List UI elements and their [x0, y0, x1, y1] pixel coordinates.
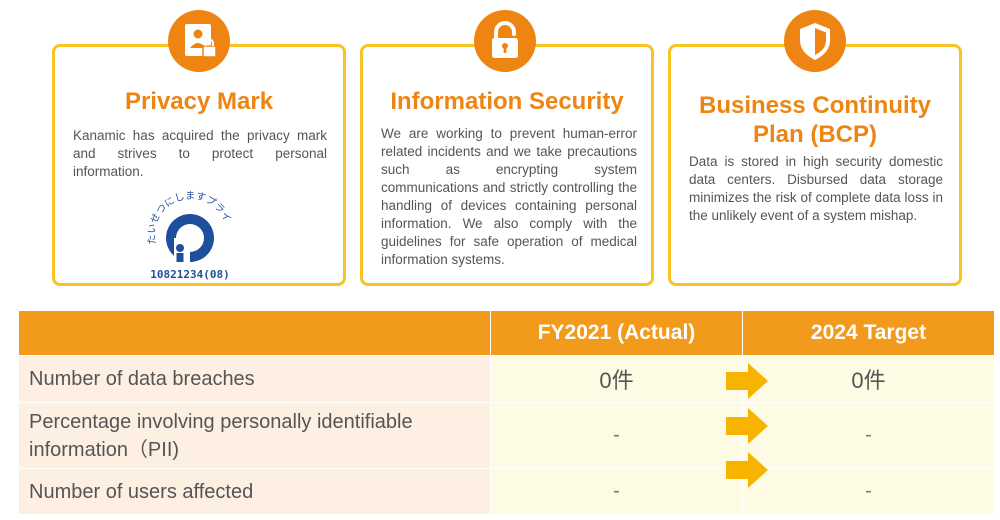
bcp-title-line2: Plan (BCP)	[752, 121, 877, 148]
bcp-description: Data is stored in high security domestic…	[689, 154, 943, 223]
privacy-mark-number: 10821234(08)	[150, 268, 229, 281]
row-label-pii-line1: Percentage involving personally identifi…	[29, 410, 413, 433]
privacy-mark-logo: たいせつにしますプライバシー 10821234(08)	[135, 177, 240, 282]
header-2024-target: 2024 Target	[742, 310, 995, 356]
table-row: Number of data breaches 0件 0件	[18, 355, 995, 403]
table-row: Number of users affected - -	[18, 468, 995, 515]
value-actual-data-breaches: 0件	[490, 355, 743, 403]
header-blank	[18, 310, 491, 356]
value-actual-users-affected: -	[490, 468, 743, 515]
information-security-title: Information Security	[390, 88, 624, 115]
value-actual-pii-percentage: -	[490, 402, 743, 469]
privacy-mark-title: Privacy Mark	[124, 88, 274, 115]
id-badge-lock-icon	[168, 10, 230, 72]
row-label-pii-percentage: Percentage involving personally identifi…	[18, 402, 491, 469]
open-padlock-icon	[474, 10, 536, 72]
row-label-data-breaches: Number of data breaches	[18, 355, 491, 403]
arrow-right-icon	[726, 408, 768, 444]
information-security-description: We are working to prevent human-error re…	[381, 126, 637, 267]
arrow-right-icon	[726, 363, 768, 399]
table-header-row: FY2021 (Actual) 2024 Target	[18, 310, 995, 356]
bcp-card: Business Continuity Plan (BCP) Data is s…	[668, 44, 962, 286]
shield-icon	[784, 10, 846, 72]
header-fy2021-actual: FY2021 (Actual)	[490, 310, 743, 356]
arrow-right-icon	[726, 452, 768, 488]
row-label-pii-line2: information（PII)	[29, 438, 180, 461]
table-row: Percentage involving personally identifi…	[18, 402, 995, 469]
privacy-mark-description: Kanamic has acquired the privacy mark an…	[73, 128, 327, 179]
value-target-pii-percentage: -	[742, 402, 995, 469]
row-label-users-affected: Number of users affected	[18, 468, 491, 515]
privacy-kpi-table: FY2021 (Actual) 2024 Target Number of da…	[18, 310, 995, 515]
value-target-users-affected: -	[742, 468, 995, 515]
bcp-title-line1: Business Continuity	[698, 92, 932, 119]
information-security-card: Information Security We are working to p…	[360, 44, 654, 286]
value-target-data-breaches: 0件	[742, 355, 995, 403]
bcp-title: Business Continuity Plan (BCP)	[671, 91, 959, 149]
